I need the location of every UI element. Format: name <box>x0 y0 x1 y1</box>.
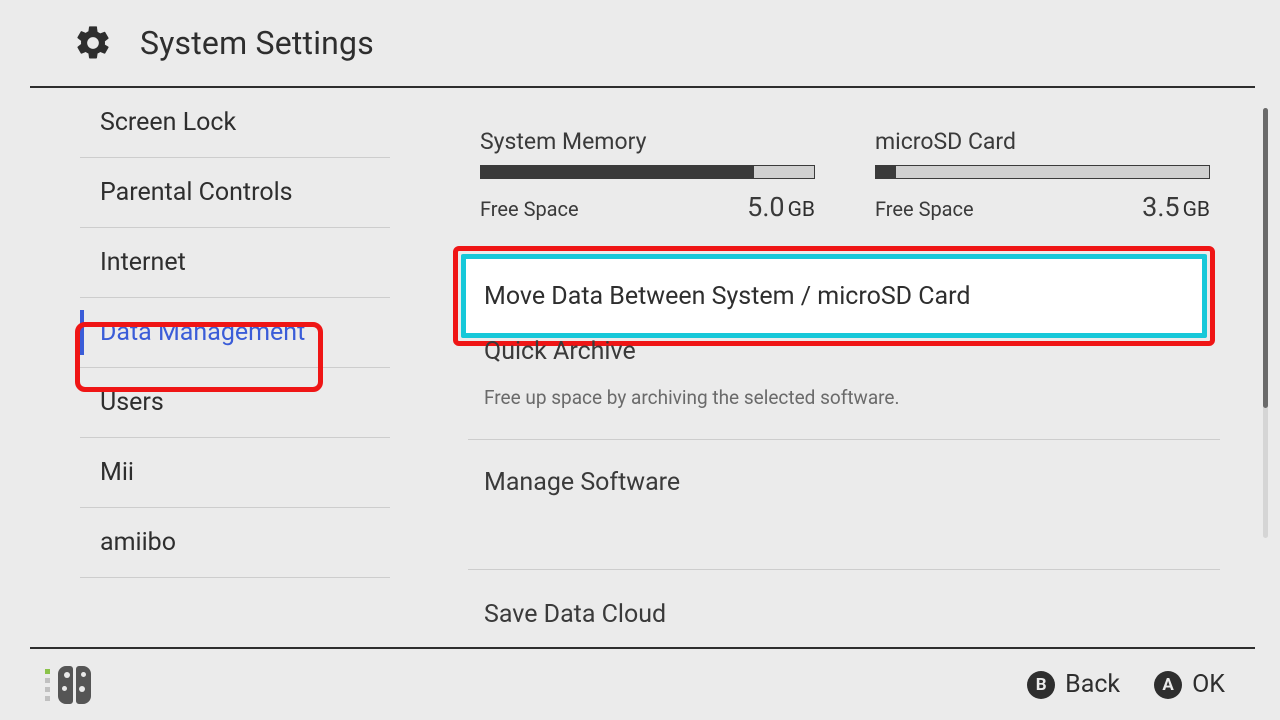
option-save-data-cloud[interactable]: Save Data Cloud <box>468 569 1220 645</box>
a-glyph-icon: A <box>1154 671 1182 699</box>
list-title: Save Data Cloud <box>484 600 1220 629</box>
list-title: Quick Archive <box>484 337 1220 366</box>
storage-meter-fill <box>876 166 896 178</box>
sidebar-item-parental-controls[interactable]: Parental Controls <box>80 158 390 228</box>
header: System Settings <box>30 0 1255 88</box>
storage-microsd-card: microSD Card Free Space 3.5GB <box>875 128 1210 223</box>
gear-icon <box>68 18 118 68</box>
sidebar-item-amiibo[interactable]: amiibo <box>80 508 390 578</box>
sidebar-item-label: Users <box>100 388 164 417</box>
list-title: Move Data Between System / microSD Card <box>484 282 971 311</box>
list-subtitle: Free up space by archiving the selected … <box>484 386 1220 409</box>
sidebar-item-mii[interactable]: Mii <box>80 438 390 508</box>
sidebar: Screen Lock Parental Controls Internet D… <box>0 88 410 645</box>
sidebar-item-users[interactable]: Users <box>80 368 390 438</box>
main-panel: System Memory Free Space 5.0GB microSD C… <box>410 88 1280 645</box>
hint-label: OK <box>1192 670 1225 699</box>
scrollbar-thumb[interactable] <box>1263 108 1268 408</box>
free-space-value: 5.0 <box>747 191 784 223</box>
sidebar-item-data-management[interactable]: Data Management <box>80 298 390 368</box>
free-space-value: 3.5 <box>1142 191 1179 223</box>
list-title: Manage Software <box>484 468 1220 497</box>
page-title: System Settings <box>140 24 374 62</box>
hint-label: Back <box>1065 670 1120 699</box>
free-space-unit: GB <box>788 198 815 222</box>
storage-meter <box>875 165 1210 179</box>
storage-meter <box>480 165 815 179</box>
sidebar-item-label: Data Management <box>100 318 305 347</box>
sidebar-item-label: Parental Controls <box>100 178 293 207</box>
back-button[interactable]: B Back <box>1027 670 1120 699</box>
free-space-label: Free Space <box>875 197 974 221</box>
options-list: Quick Archive Free up space by archiving… <box>410 323 1280 645</box>
sidebar-item-label: amiibo <box>100 528 176 557</box>
storage-title: microSD Card <box>875 128 1210 155</box>
sidebar-item-label: Screen Lock <box>100 108 236 137</box>
sidebar-item-screen-lock[interactable]: Screen Lock <box>80 88 390 158</box>
b-glyph-icon: B <box>1027 671 1055 699</box>
storage-title: System Memory <box>480 128 815 155</box>
option-quick-archive[interactable]: Quick Archive Free up space by archiving… <box>468 323 1220 439</box>
footer: B Back A OK <box>30 647 1255 720</box>
free-space-label: Free Space <box>480 197 579 221</box>
controller-indicator-icon <box>45 666 91 704</box>
storage-system-memory: System Memory Free Space 5.0GB <box>480 128 815 223</box>
sidebar-item-label: Internet <box>100 248 186 277</box>
sidebar-item-label: Mii <box>100 458 134 487</box>
sidebar-item-internet[interactable]: Internet <box>80 228 390 298</box>
storage-section: System Memory Free Space 5.0GB microSD C… <box>410 128 1280 223</box>
ok-button[interactable]: A OK <box>1154 670 1225 699</box>
storage-meter-fill <box>481 166 754 178</box>
free-space-unit: GB <box>1183 198 1210 222</box>
option-manage-software[interactable]: Manage Software <box>468 439 1220 569</box>
